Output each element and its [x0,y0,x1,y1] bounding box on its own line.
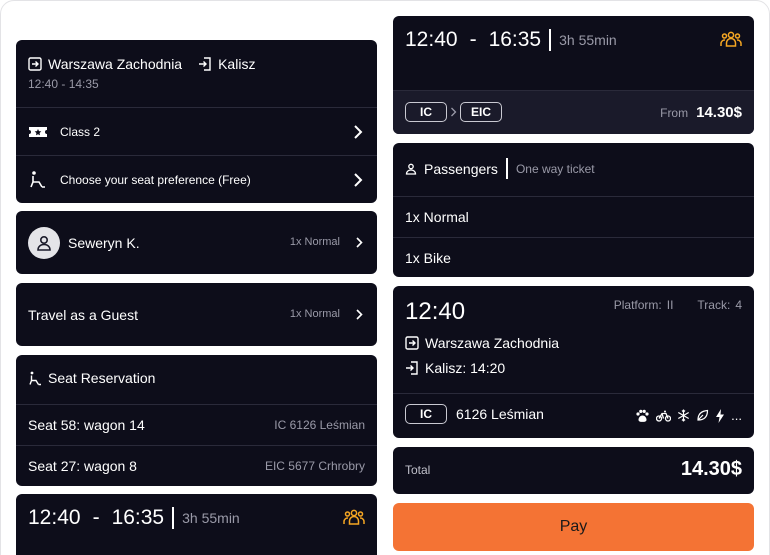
passenger-item-label: 1x Bike [405,249,451,266]
group-icon [343,508,365,526]
departure-time: 12:40 [28,506,81,529]
departure-time-large: 12:40 [405,298,466,325]
more-amenities[interactable]: ... [731,408,742,423]
train-name: 6126 Leśmian [456,406,544,422]
departure-icon [28,57,42,71]
seat-preference-label: Choose your seat preference (Free) [60,172,251,187]
total-label: Total [405,463,431,477]
ticket-type: One way ticket [515,161,595,176]
duration: 3h 55min [559,32,617,48]
connection-card-secondary[interactable]: 12:40 - 16:35 3h 55min [16,494,377,555]
guest-type: 1x Normal [289,308,340,320]
arrival-info: Kalisz: 14:20 [425,360,506,376]
carrier-badge: EIC [460,102,502,122]
platform-label: Platform: [613,298,662,312]
price: 14.30$ [696,104,742,121]
seat-preference-row[interactable]: Choose your seat preference (Free) [16,156,377,203]
carrier-badge: IC [405,404,447,424]
passenger-item-label: 1x Normal [405,209,469,225]
ticket-icon [28,124,48,140]
departure-card: 12:40 Platform: II Track: 4 Warszawa Zac… [393,286,754,438]
seat-icon [28,371,42,386]
track-label: Track: [697,298,731,312]
seat-reservation-title: Seat Reservation [48,370,156,386]
passenger-list-item: 1x Bike [393,238,754,277]
connection-card[interactable]: 12:40 - 16:35 3h 55min IC EIC From 14.30… [393,16,754,134]
route-from: Warszawa Zachodnia [48,56,183,72]
seat-row[interactable]: Seat 58: wagon 14 IC 6126 Leśmian [16,405,377,445]
class-label: Class 2 [60,124,101,139]
passenger-type: 1x Normal [289,236,340,248]
avatar [28,226,60,259]
connection-footer: IC EIC From 14.30$ [393,90,754,134]
time-separator: - [469,28,477,51]
arrival-icon [405,361,419,375]
seat-icon [28,170,48,190]
passenger-card[interactable]: Seweryn K. 1x Normal [16,211,377,274]
total-value: 14.30$ [680,458,742,480]
pay-button[interactable]: Pay [393,503,754,551]
route-card: Warszawa Zachodnia Kalisz 12:40 - 14:35 … [16,40,377,203]
seat-value: Seat 58: wagon 14 [28,417,145,433]
arrival-icon [198,57,212,71]
chevron-right-icon [353,124,363,139]
seat-value: Seat 27: wagon 8 [28,458,137,474]
chevron-right-icon [353,172,363,187]
departure-time: 12:40 [405,28,458,51]
class-row[interactable]: Class 2 [16,108,377,155]
passenger-name: Seweryn K. [68,234,140,251]
divider [172,507,175,529]
air-conditioning-icon [677,409,690,422]
bike-icon [656,410,672,422]
person-icon [405,163,417,175]
carrier-badge: IC [405,102,447,122]
seat-row[interactable]: Seat 27: wagon 8 EIC 5677 Crhrobry [16,446,377,486]
route-to: Kalisz [218,56,256,72]
pet-icon [635,409,650,423]
divider [549,29,552,51]
departure-station: Warszawa Zachodnia [425,335,560,351]
arrival-time: 16:35 [488,28,542,51]
guest-card[interactable]: Travel as a Guest 1x Normal [16,283,377,346]
chevron-right-icon [355,237,363,248]
divider [505,158,508,179]
chevron-right-icon [450,107,457,117]
arrival-time: 16:35 [111,506,165,529]
chevron-right-icon [355,309,363,320]
seat-train: IC 6126 Leśmian [274,418,365,432]
duration: 3h 55min [182,510,240,526]
passengers-title: Passengers [424,160,498,177]
track-value: 4 [735,298,742,312]
passengers-card: Passengers One way ticket 1x Normal 1x B… [393,143,754,277]
price-from-label: From [660,106,689,120]
seat-reservation-card: Seat Reservation Seat 58: wagon 14 IC 61… [16,355,377,486]
departure-icon [405,336,419,350]
passenger-list-item: 1x Normal [393,197,754,237]
eco-leaf-icon [696,409,709,422]
guest-label: Travel as a Guest [28,307,138,323]
power-outlet-icon [715,408,725,423]
total-card: Total 14.30$ [393,447,754,494]
platform-value: II [666,298,674,312]
seat-train: EIC 5677 Crhrobry [264,459,365,473]
route-time: 12:40 - 14:35 [28,77,99,91]
group-icon [720,30,742,48]
time-separator: - [92,506,100,529]
